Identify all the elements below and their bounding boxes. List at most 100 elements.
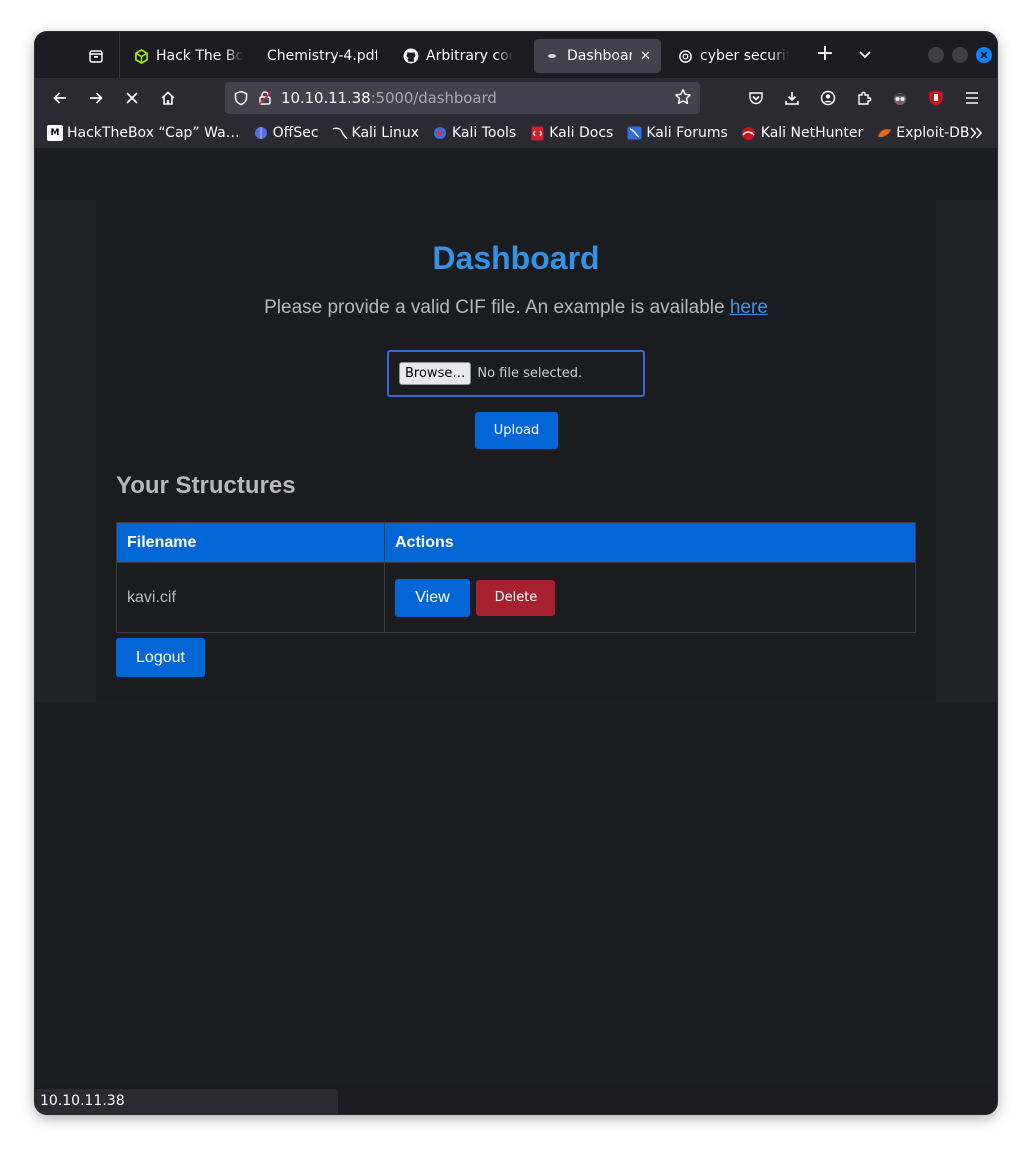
bookmark-label: Kali Forums — [646, 125, 728, 141]
offsec-icon — [253, 125, 269, 141]
status-bar: 10.10.11.38 — [35, 1089, 338, 1114]
bookmark-kali-linux[interactable]: Kali Linux — [332, 125, 419, 141]
browser-window: Hack The Box Chemistry-4.pdf Arbitrary c… — [35, 32, 997, 1114]
url-text: 10.10.11.38:5000/dashboard — [281, 89, 497, 107]
actions-cell: View Delete — [384, 562, 916, 633]
upload-instructions: Please provide a valid CIF file. An exam… — [96, 297, 936, 319]
bookmark-offsec[interactable]: OffSec — [253, 125, 319, 141]
stop-x-icon — [126, 92, 138, 104]
account-button[interactable] — [815, 85, 841, 111]
pocket-button[interactable] — [743, 85, 769, 111]
structures-table: Filename Actions kavi.cif View Delete — [116, 522, 916, 633]
medium-icon: M — [47, 125, 63, 141]
new-tab-button[interactable]: + — [813, 43, 837, 67]
bookmark-kali-forums[interactable]: Kali Forums — [626, 125, 728, 141]
bookmark-kali-docs[interactable]: Kali Docs — [529, 125, 613, 141]
tab-separator — [119, 32, 120, 78]
htb-cube-icon — [133, 48, 149, 64]
arrow-left-icon — [53, 92, 66, 104]
column-header-filename: Filename — [116, 522, 385, 563]
minimize-window-button[interactable] — [928, 47, 944, 63]
bookmark-label: Kali Linux — [351, 125, 419, 141]
table-header-row: Filename Actions — [116, 522, 916, 563]
extension-ublock-button[interactable] — [923, 85, 949, 111]
navigation-toolbar: 10.10.11.38:5000/dashboard — [35, 78, 997, 118]
bookmark-label: Kali Docs — [549, 125, 614, 141]
github-icon — [403, 48, 419, 64]
nethunter-icon — [741, 125, 757, 141]
bookmark-label: Kali NetHunter — [760, 125, 864, 141]
close-icon — [980, 51, 988, 59]
structures-heading: Your Structures — [116, 472, 296, 499]
bookmark-star-icon[interactable] — [674, 88, 692, 110]
ublock-shield-icon — [929, 90, 943, 106]
puzzle-icon — [858, 91, 872, 105]
forward-button[interactable] — [83, 85, 109, 111]
tab-chemistry-pdf[interactable]: Chemistry-4.pdf — [257, 39, 387, 73]
upload-button[interactable]: Upload — [475, 412, 558, 449]
list-all-tabs-button[interactable] — [853, 43, 877, 67]
bookmark-label: Exploit-DB — [896, 125, 970, 141]
example-link[interactable]: here — [730, 297, 768, 318]
shield-icon[interactable] — [231, 88, 251, 108]
tab-cyber-security[interactable]: cyber security — [667, 39, 799, 73]
tab-hack-the-box[interactable]: Hack The Box — [123, 39, 253, 73]
url-host: 10.10.11.38 — [281, 89, 371, 107]
view-button[interactable]: View — [395, 578, 470, 617]
insecure-lock-icon[interactable] — [255, 88, 275, 108]
kali-docs-icon — [529, 125, 545, 141]
dashboard-container: Dashboard Please provide a valid CIF fil… — [96, 200, 936, 702]
account-icon — [820, 90, 836, 106]
chevron-down-icon — [859, 51, 871, 59]
tab-title: Arbitrary code — [426, 48, 513, 64]
kali-dragon-icon — [332, 125, 348, 141]
download-icon — [785, 92, 799, 105]
logout-button[interactable]: Logout — [116, 638, 205, 677]
column-header-actions: Actions — [384, 522, 916, 563]
kali-forums-icon — [626, 125, 642, 141]
browse-button[interactable]: Browse… — [399, 362, 472, 385]
close-tab-icon[interactable]: ✕ — [632, 49, 651, 64]
bookmark-label: OffSec — [272, 125, 319, 141]
extension-spy-button[interactable] — [887, 85, 913, 111]
kali-tools-icon — [432, 125, 448, 141]
firefox-view-button[interactable] — [83, 43, 109, 69]
stop-loading-button[interactable] — [119, 85, 145, 111]
tab-strip: Hack The Box Chemistry-4.pdf Arbitrary c… — [35, 32, 997, 78]
bookmarks-overflow-chevron-icon[interactable] — [969, 124, 983, 143]
file-status: No file selected. — [477, 366, 583, 381]
downloads-button[interactable] — [779, 85, 805, 111]
chatgpt-icon — [677, 48, 693, 64]
app-menu-button[interactable] — [959, 85, 985, 111]
tab-arbitrary-code[interactable]: Arbitrary code — [393, 39, 523, 73]
pocket-icon — [749, 92, 763, 105]
back-button[interactable] — [47, 85, 73, 111]
bookmarks-toolbar: M HackTheBox “Cap” Wa… OffSec Kali Linux… — [35, 118, 997, 148]
bookmark-kali-tools[interactable]: Kali Tools — [432, 125, 516, 141]
firefox-view-icon — [89, 50, 103, 63]
hamburger-menu-icon — [966, 92, 978, 104]
instructions-text: Please provide a valid CIF file. An exam… — [264, 297, 730, 318]
table-row: kavi.cif View Delete — [116, 562, 916, 633]
home-button[interactable] — [155, 85, 181, 111]
home-icon — [161, 91, 175, 105]
bookmark-label: Kali Tools — [452, 125, 517, 141]
arrow-right-icon — [90, 92, 103, 104]
tab-title: cyber security — [700, 48, 789, 64]
tab-title: Dashboard — [567, 48, 633, 64]
cif-file-input[interactable]: Browse… No file selected. — [387, 350, 645, 397]
bookmark-exploit-db[interactable]: Exploit-DB — [876, 125, 970, 141]
tab-title: Chemistry-4.pdf — [267, 48, 377, 64]
page-title: Dashboard — [432, 240, 600, 276]
tab-title: Hack The Box — [156, 48, 243, 64]
extensions-button[interactable] — [851, 85, 877, 111]
close-window-button[interactable] — [976, 47, 992, 63]
url-bar[interactable]: 10.10.11.38:5000/dashboard — [225, 82, 700, 114]
tab-dashboard[interactable]: Dashboard ✕ — [534, 39, 661, 73]
url-path: :5000/dashboard — [370, 89, 497, 107]
bookmark-hackthebox-cap[interactable]: M HackTheBox “Cap” Wa… — [47, 125, 240, 141]
maximize-window-button[interactable] — [952, 47, 968, 63]
delete-button[interactable]: Delete — [476, 579, 556, 616]
bookmark-kali-nethunter[interactable]: Kali NetHunter — [741, 125, 863, 141]
spy-extension-icon — [894, 93, 906, 105]
